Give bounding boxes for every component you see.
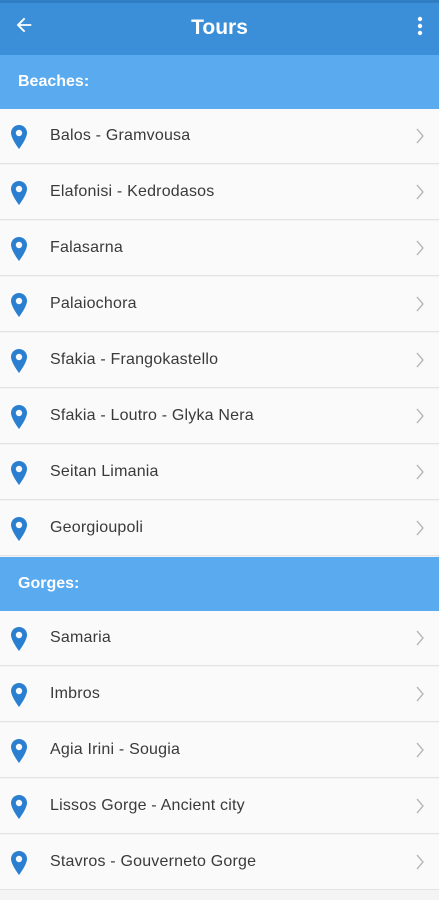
list-item-label: Stavros - Gouverneto Gorge bbox=[50, 853, 257, 870]
list-item[interactable]: Stavros - Gouverneto Gorge bbox=[0, 835, 439, 890]
location-pin-icon bbox=[11, 237, 27, 261]
chevron-right-icon bbox=[416, 240, 424, 256]
list-item[interactable]: Samaria bbox=[0, 611, 439, 666]
location-pin-icon bbox=[11, 683, 27, 707]
location-pin-icon bbox=[11, 739, 27, 763]
list-item-label: Imbros bbox=[50, 685, 101, 702]
list-item-label: Sfakia - Frangokastello bbox=[50, 351, 219, 368]
location-pin-icon bbox=[11, 405, 27, 429]
list-item[interactable]: Balos - Gramvousa bbox=[0, 109, 439, 164]
location-pin-icon bbox=[11, 181, 27, 205]
list-item[interactable]: Agia Irini - Sougia bbox=[0, 723, 439, 778]
section-label: Gorges: bbox=[18, 575, 80, 592]
list-item-label: Sfakia - Loutro - Glyka Nera bbox=[50, 407, 254, 424]
list-item-label: Agia Irini - Sougia bbox=[50, 741, 181, 758]
location-pin-icon bbox=[11, 517, 27, 541]
location-pin-icon bbox=[11, 125, 27, 149]
chevron-right-icon bbox=[416, 408, 424, 424]
section-header-beaches: Beaches: bbox=[0, 55, 439, 109]
chevron-right-icon bbox=[416, 520, 424, 536]
list-item-label: Seitan Limania bbox=[50, 463, 159, 480]
location-pin-icon bbox=[11, 349, 27, 373]
section-label: Beaches: bbox=[18, 73, 90, 90]
list-item[interactable]: Sfakia - Frangokastello bbox=[0, 333, 439, 388]
list-item-label: Samaria bbox=[50, 629, 111, 646]
overflow-menu-button[interactable] bbox=[411, 13, 429, 39]
list-item[interactable]: Imbros bbox=[0, 667, 439, 722]
chevron-right-icon bbox=[416, 296, 424, 312]
section-header-gorges: Gorges: bbox=[0, 557, 439, 611]
app-bar: Tours bbox=[0, 0, 439, 55]
chevron-right-icon bbox=[416, 184, 424, 200]
chevron-right-icon bbox=[416, 854, 424, 870]
list-item[interactable]: Lissos Gorge - Ancient city bbox=[0, 779, 439, 834]
list-item-label: Palaiochora bbox=[50, 295, 137, 312]
list-item-label: Lissos Gorge - Ancient city bbox=[50, 797, 245, 814]
list-item-label: Balos - Gramvousa bbox=[50, 127, 191, 144]
list-item-label: Falasarna bbox=[50, 239, 123, 256]
location-pin-icon bbox=[11, 795, 27, 819]
list-item[interactable]: Sfakia - Loutro - Glyka Nera bbox=[0, 389, 439, 444]
list-item[interactable]: Falasarna bbox=[0, 221, 439, 276]
list-item[interactable]: Palaiochora bbox=[0, 277, 439, 332]
location-pin-icon bbox=[11, 851, 27, 875]
chevron-right-icon bbox=[416, 630, 424, 646]
chevron-right-icon bbox=[416, 686, 424, 702]
location-pin-icon bbox=[11, 293, 27, 317]
list-item-label: Elafonisi - Kedrodasos bbox=[50, 183, 215, 200]
page-title: Tours bbox=[191, 16, 248, 39]
chevron-right-icon bbox=[416, 464, 424, 480]
list-item[interactable]: Seitan Limania bbox=[0, 445, 439, 500]
list-item-label: Georgioupoli bbox=[50, 519, 144, 536]
chevron-right-icon bbox=[416, 352, 424, 368]
more-vert-icon bbox=[417, 16, 423, 36]
list-item[interactable]: Georgioupoli bbox=[0, 501, 439, 556]
location-pin-icon bbox=[11, 627, 27, 651]
list-item[interactable]: Elafonisi - Kedrodasos bbox=[0, 165, 439, 220]
chevron-right-icon bbox=[416, 742, 424, 758]
chevron-right-icon bbox=[416, 128, 424, 144]
location-pin-icon bbox=[11, 461, 27, 485]
chevron-right-icon bbox=[416, 798, 424, 814]
